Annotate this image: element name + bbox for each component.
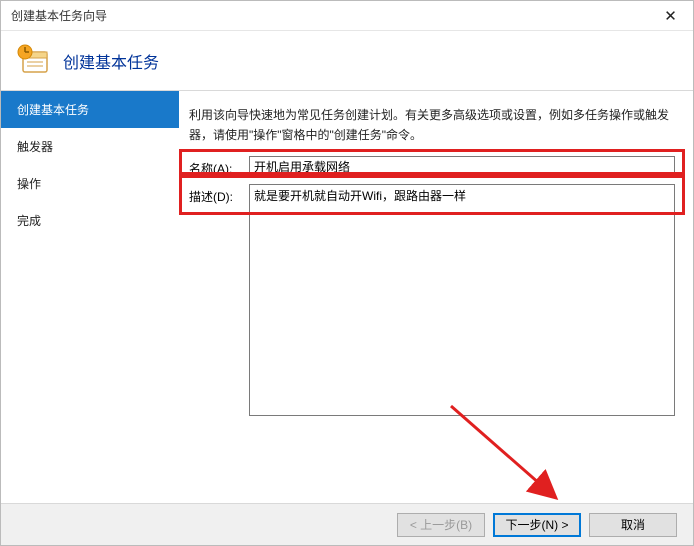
sidebar-item-finish[interactable]: 完成 [1,202,179,239]
name-input[interactable] [249,156,675,178]
wizard-footer: < 上一步(B) 下一步(N) > 取消 [1,503,693,545]
intro-text: 利用该向导快速地为常见任务创建计划。有关更多高级选项或设置，例如多任务操作或触发… [189,105,675,146]
name-row: 名称(A): [189,156,675,178]
desc-row: 描述(D): [189,184,675,416]
sidebar-item-trigger[interactable]: 触发器 [1,128,179,165]
sidebar-item-label: 触发器 [17,140,53,154]
titlebar: 创建基本任务向导 ✕ [1,1,693,31]
desc-label: 描述(D): [189,184,249,205]
sidebar-item-label: 创建基本任务 [17,103,89,117]
wizard-icon [17,44,51,78]
wizard-main: 利用该向导快速地为常见任务创建计划。有关更多高级选项或设置，例如多任务操作或触发… [179,91,693,503]
sidebar-item-label: 操作 [17,177,41,191]
next-button[interactable]: 下一步(N) > [493,513,581,537]
desc-textarea[interactable] [249,184,675,416]
wizard-body: 创建基本任务 触发器 操作 完成 利用该向导快速地为常见任务创建计划。有关更多高… [1,91,693,503]
back-button: < 上一步(B) [397,513,485,537]
cancel-button[interactable]: 取消 [589,513,677,537]
sidebar-item-create-basic-task[interactable]: 创建基本任务 [1,91,179,128]
window-title: 创建基本任务向导 [11,7,648,24]
close-button[interactable]: ✕ [648,1,693,31]
name-label: 名称(A): [189,156,249,177]
wizard-title: 创建基本任务 [63,49,159,73]
wizard-sidebar: 创建基本任务 触发器 操作 完成 [1,91,179,503]
sidebar-item-label: 完成 [17,214,41,228]
wizard-header: 创建基本任务 [1,31,693,91]
close-icon: ✕ [664,7,677,25]
sidebar-item-action[interactable]: 操作 [1,165,179,202]
